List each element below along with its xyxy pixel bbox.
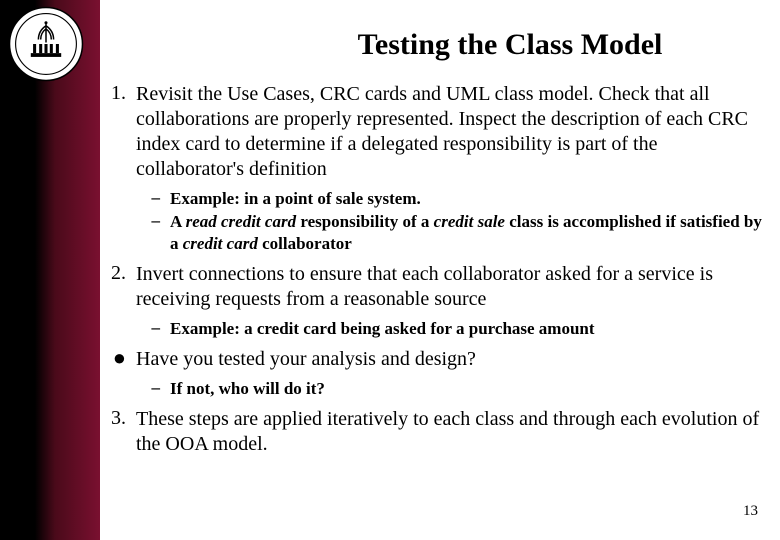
item-marker: 3. [100, 407, 136, 430]
sub-text: A read credit card responsibility of a c… [170, 211, 764, 254]
list-item: ● Have you tested your analysis and desi… [100, 347, 764, 372]
sub-list: – Example: a credit card being asked for… [100, 318, 764, 339]
italic-run: credit card [183, 234, 258, 253]
sub-item: – A read credit card responsibility of a… [136, 211, 764, 254]
sub-marker: – [136, 318, 170, 338]
list-item: 2. Invert connections to ensure that eac… [100, 262, 764, 312]
item-text: These steps are applied iteratively to e… [136, 407, 764, 457]
slide-content: Testing the Class Model 1. Revisit the U… [100, 0, 780, 540]
sub-item: – If not, who will do it? [136, 378, 764, 399]
sub-text: Example: a credit card being asked for a… [170, 318, 764, 339]
page-number: 13 [743, 503, 758, 520]
main-list: 1. Revisit the Use Cases, CRC cards and … [100, 82, 780, 457]
item-text: Have you tested your analysis and design… [136, 347, 764, 372]
italic-run: credit sale [434, 212, 505, 231]
text-run: responsibility of a [296, 212, 434, 231]
list-item: 3. These steps are applied iteratively t… [100, 407, 764, 457]
sub-text: If not, who will do it? [170, 378, 764, 399]
sidebar-decor [0, 0, 100, 540]
item-marker: 2. [100, 262, 136, 285]
sub-list: – If not, who will do it? [100, 378, 764, 399]
text-run: A [170, 212, 186, 231]
sub-item: – Example: a credit card being asked for… [136, 318, 764, 339]
sub-item: – Example: in a point of sale system. [136, 188, 764, 209]
text-run: collaborator [258, 234, 352, 253]
bullet-marker: ● [100, 347, 136, 369]
list-item: 1. Revisit the Use Cases, CRC cards and … [100, 82, 764, 182]
slide-title: Testing the Class Model [250, 28, 770, 62]
sub-text: Example: in a point of sale system. [170, 188, 764, 209]
sub-marker: – [136, 378, 170, 398]
sub-marker: – [136, 211, 170, 231]
italic-run: read credit card [186, 212, 296, 231]
item-text: Revisit the Use Cases, CRC cards and UML… [136, 82, 764, 182]
item-text: Invert connections to ensure that each c… [136, 262, 764, 312]
sub-list: – Example: in a point of sale system. – … [100, 188, 764, 254]
item-marker: 1. [100, 82, 136, 105]
sub-marker: – [136, 188, 170, 208]
university-logo [8, 6, 84, 82]
